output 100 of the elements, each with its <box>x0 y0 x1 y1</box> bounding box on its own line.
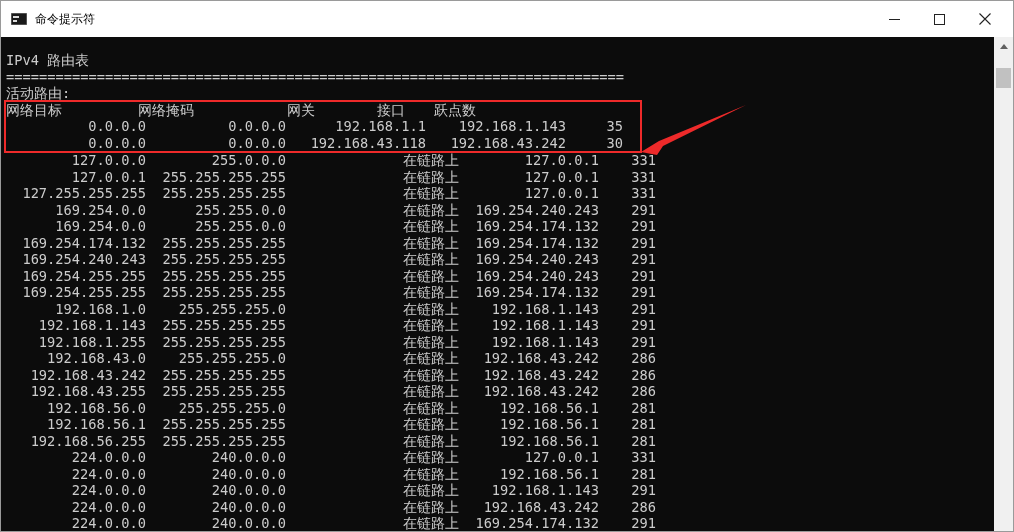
table-cell-text: 255.255.255.0 <box>177 300 286 317</box>
table-cell-text: 281 <box>630 465 656 482</box>
table-cell-text: 291 <box>630 300 656 317</box>
table-cell-text: 255.255.255.255 <box>161 317 286 334</box>
table-cell-text: 192.168.1.143 <box>490 333 599 350</box>
table-cell-text: 在链路上 <box>402 333 459 350</box>
table-cell-text: 169.254.174.132 <box>21 234 146 251</box>
table-cell-text: 在链路上 <box>402 482 459 499</box>
table-cell-text: 192.168.56.1 <box>499 432 599 449</box>
table-cell-text: 127.255.255.255 <box>21 185 146 202</box>
table-cell-text: 192.168.56.1 <box>499 399 599 416</box>
table-cell-text: 255.255.255.255 <box>161 366 286 383</box>
column-header: 接口 <box>377 101 406 118</box>
console-icon <box>11 13 27 25</box>
table-cell-text: 291 <box>630 267 656 284</box>
table-cell-text: 291 <box>630 201 656 218</box>
table-cell-text: 255.255.0.0 <box>194 218 286 235</box>
table-cell-text: 192.168.56.255 <box>29 432 146 449</box>
table-cell-text: 291 <box>630 482 656 499</box>
table-cell-text: 0.0.0.0 <box>87 134 146 151</box>
table-cell-text: 281 <box>630 416 656 433</box>
table-cell-text: 331 <box>630 168 656 185</box>
table-cell-text: 255.255.255.255 <box>161 416 286 433</box>
table-cell-text: 192.168.1.143 <box>490 482 599 499</box>
table-cell-text: 在链路上 <box>402 300 459 317</box>
table-cell-text: 286 <box>630 383 656 400</box>
table-cell-text: 192.168.43.118 <box>309 134 426 151</box>
table-cell-text: 255.255.255.255 <box>161 267 286 284</box>
table-cell-text: 224.0.0.0 <box>70 465 146 482</box>
table-cell-text: 281 <box>630 432 656 449</box>
table-cell-text: 在链路上 <box>402 267 459 284</box>
scrollbar[interactable] <box>994 37 1013 531</box>
table-cell-text: 255.255.255.255 <box>161 284 286 301</box>
table-cell-text: 192.168.56.1 <box>499 416 599 433</box>
table-cell-text: 240.0.0.0 <box>210 498 286 515</box>
table-cell-text: 255.255.255.255 <box>161 234 286 251</box>
table-cell-text: 240.0.0.0 <box>210 482 286 499</box>
table-cell-text: 192.168.43.0 <box>46 350 146 367</box>
table-cell-text: 192.168.1.143 <box>37 317 146 334</box>
table-cell-text: 在链路上 <box>402 185 459 202</box>
scrollbar-thumb[interactable] <box>996 68 1011 88</box>
table-cell-text: 291 <box>630 333 656 350</box>
table-cell-text: 240.0.0.0 <box>210 449 286 466</box>
column-header: 跃点数 <box>434 101 477 118</box>
table-cell-text: 127.0.0.1 <box>523 449 599 466</box>
table-cell-text: 在链路上 <box>402 366 459 383</box>
table-cell-text: 30 <box>605 134 623 151</box>
window-title: 命令提示符 <box>35 10 95 28</box>
maximize-icon[interactable] <box>934 13 945 25</box>
table-cell-text: 255.255.255.255 <box>161 333 286 350</box>
table-cell-text: 169.254.174.132 <box>474 234 599 251</box>
table-cell-text: 在链路上 <box>402 416 459 433</box>
table-cell-text: 169.254.174.132 <box>474 284 599 301</box>
minimize-icon[interactable] <box>889 18 900 20</box>
table-cell-text: 224.0.0.0 <box>70 515 146 531</box>
table-cell-text: 169.254.255.255 <box>21 284 146 301</box>
table-cell-text: 255.255.255.255 <box>161 185 286 202</box>
table-cell-text: 127.0.0.1 <box>523 185 599 202</box>
table-cell-text: 169.254.240.243 <box>474 251 599 268</box>
table-cell-text: 281 <box>630 399 656 416</box>
table-cell-text: 0.0.0.0 <box>227 134 286 151</box>
table-cell-text: 255.255.255.255 <box>161 168 286 185</box>
column-header: 网关 <box>287 101 316 118</box>
table-cell-text: 在链路上 <box>402 218 459 235</box>
table-cell-text: 291 <box>630 284 656 301</box>
table-cell-text: 291 <box>630 317 656 334</box>
table-cell-text: 在链路上 <box>402 201 459 218</box>
table-cell-text: 在链路上 <box>402 465 459 482</box>
table-cell-text: 在链路上 <box>402 284 459 301</box>
table-cell-text: 192.168.43.242 <box>482 498 599 515</box>
table-cell-text: 240.0.0.0 <box>210 515 286 531</box>
table-cell-text: 255.255.255.255 <box>161 432 286 449</box>
table-cell-text: 169.254.240.243 <box>21 251 146 268</box>
table-cell-text: 35 <box>605 118 623 135</box>
table-cell-text: 在链路上 <box>402 350 459 367</box>
table-cell-text: 169.254.174.132 <box>474 218 599 235</box>
close-icon[interactable] <box>979 13 991 25</box>
table-cell-text: 192.168.43.242 <box>482 366 599 383</box>
table-cell-text: 224.0.0.0 <box>70 449 146 466</box>
table-cell-text: 169.254.240.243 <box>474 201 599 218</box>
column-header: 网络掩码 <box>138 101 195 118</box>
table-cell-text: 240.0.0.0 <box>210 465 286 482</box>
table-cell-text: 192.168.56.0 <box>46 399 146 416</box>
table-cell-text: 在链路上 <box>402 251 459 268</box>
table-cell-text: 在链路上 <box>402 498 459 515</box>
separator-line: =========================================================================== <box>6 68 626 85</box>
table-cell-text: 331 <box>630 185 656 202</box>
scroll-up-icon[interactable] <box>999 44 1008 49</box>
table-cell-text: 331 <box>630 449 656 466</box>
table-cell-text: 291 <box>630 251 656 268</box>
table-cell-text: 在链路上 <box>402 317 459 334</box>
console-heading: IPv4 路由表 <box>6 52 91 69</box>
table-cell-text: 169.254.0.0 <box>54 218 146 235</box>
table-cell-text: 0.0.0.0 <box>227 118 286 135</box>
table-cell-text: 255.255.255.255 <box>161 251 286 268</box>
table-cell-text: 286 <box>630 350 656 367</box>
table-cell-text: 291 <box>630 234 656 251</box>
table-cell-text: 127.0.0.1 <box>523 152 599 169</box>
table-cell-text: 192.168.43.242 <box>482 350 599 367</box>
table-cell-text: 192.168.1.0 <box>54 300 146 317</box>
